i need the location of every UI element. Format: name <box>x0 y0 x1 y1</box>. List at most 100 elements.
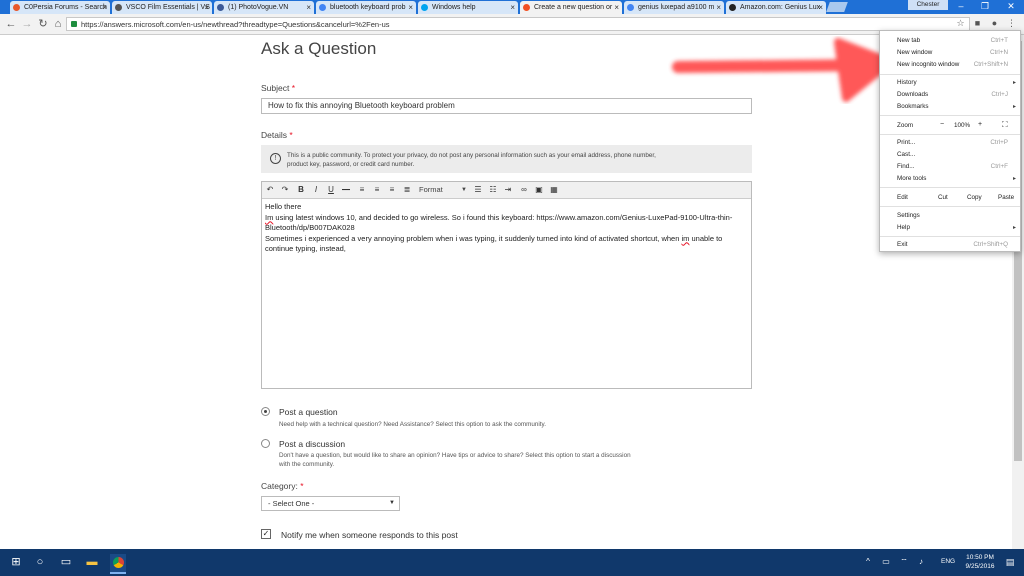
chrome-menu-icon[interactable]: ⋮ <box>1006 18 1017 29</box>
close-tab-icon[interactable]: × <box>408 1 413 14</box>
editor-body[interactable]: Hello there Im using latest windows 10, … <box>265 202 745 255</box>
bullet-list-icon[interactable]: ☰ <box>472 184 484 196</box>
close-window-icon[interactable]: ✕ <box>998 0 1024 14</box>
close-tab-icon[interactable]: × <box>306 1 311 14</box>
back-icon[interactable]: ← <box>4 17 18 31</box>
bookmark-star-icon[interactable]: ☆ <box>955 18 966 29</box>
close-tab-icon[interactable]: × <box>818 1 823 14</box>
language-indicator[interactable]: ENG <box>941 558 955 565</box>
close-tab-icon[interactable]: × <box>204 1 209 14</box>
windows-taskbar: ⊞ ○ ▭ ▬ ^ ▭ ⌔ ♪ ENG 10:50 PM 9/25/2016 ▤ <box>0 549 1024 576</box>
close-tab-icon[interactable]: × <box>510 1 515 14</box>
lock-icon <box>71 21 77 27</box>
menu-cast[interactable]: Cast... <box>897 151 915 158</box>
submenu-arrow-icon: ▸ <box>1012 80 1016 86</box>
close-tab-icon[interactable]: × <box>102 1 107 14</box>
menu-more-tools[interactable]: More tools <box>897 175 926 182</box>
favicon-icon <box>421 4 428 11</box>
menu-zoom: Zoom <box>897 122 914 129</box>
menu-help[interactable]: Help <box>897 224 910 231</box>
tab-genius-luxepad[interactable]: genius luxepad a9100 m × <box>624 1 724 14</box>
menu-new-window[interactable]: New window <box>897 49 932 56</box>
table-icon[interactable]: ▦ <box>548 184 560 196</box>
shortcut-label: Ctrl+F <box>990 163 1008 170</box>
tab-amazon[interactable]: Amazon.com: Genius Lux × <box>726 1 826 14</box>
menu-new-incognito[interactable]: New incognito window <box>897 61 959 68</box>
caret-down-icon: ▼ <box>461 187 467 193</box>
menu-new-tab[interactable]: New tab <box>897 37 920 44</box>
chrome-taskbar-icon[interactable] <box>110 554 126 574</box>
menu-downloads[interactable]: Downloads <box>897 91 928 98</box>
menu-divider <box>880 134 1020 135</box>
zoom-in-button[interactable]: + <box>978 121 982 128</box>
tab-windows-help[interactable]: Windows help × <box>418 1 518 14</box>
notify-checkbox[interactable]: ✓ <box>261 529 271 539</box>
shortcut-label: Ctrl+J <box>991 91 1008 98</box>
fullscreen-icon[interactable]: ⛶ <box>1002 120 1008 130</box>
close-tab-icon[interactable]: × <box>614 1 619 14</box>
favicon-icon <box>627 4 634 11</box>
windows-start-icon[interactable]: ⊞ <box>8 554 24 570</box>
menu-bookmarks[interactable]: Bookmarks <box>897 103 929 110</box>
tab-bluetooth[interactable]: bluetooth keyboard prob × <box>316 1 416 14</box>
menu-exit[interactable]: Exit <box>897 241 908 248</box>
underline-icon[interactable]: U <box>325 184 337 196</box>
numbered-list-icon[interactable]: ☷ <box>487 184 499 196</box>
restore-icon[interactable]: ❐ <box>972 0 998 14</box>
extension-icon[interactable]: ■ <box>972 18 983 29</box>
task-view-icon[interactable]: ▭ <box>58 554 74 570</box>
align-left-icon[interactable]: ≡ <box>356 184 368 196</box>
zoom-out-button[interactable]: − <box>940 121 944 128</box>
favicon-icon <box>319 4 326 11</box>
new-tab-button[interactable] <box>826 2 848 12</box>
menu-paste[interactable]: Paste <box>998 194 1014 201</box>
tab-photovogue[interactable]: (1) PhotoVogue.VN × <box>214 1 314 14</box>
minimize-icon[interactable]: – <box>948 0 974 14</box>
tab-c0persia[interactable]: C0Persia Forums - Search × <box>10 1 110 14</box>
tab-vsco[interactable]: VSCO Film Essentials | VS × <box>112 1 212 14</box>
home-icon[interactable]: ⌂ <box>51 17 65 31</box>
menu-divider <box>880 187 1020 188</box>
menu-cut[interactable]: Cut <box>938 194 948 201</box>
category-select[interactable]: - Select One - ▼ <box>261 496 400 511</box>
post-discussion-radio[interactable] <box>261 439 270 448</box>
menu-copy[interactable]: Copy <box>967 194 982 201</box>
image-icon[interactable]: ▣ <box>533 184 545 196</box>
close-tab-icon[interactable]: × <box>716 1 721 14</box>
profile-button[interactable]: Chester <box>908 0 948 10</box>
reload-icon[interactable]: ↻ <box>36 17 50 31</box>
strikethrough-icon[interactable]: — <box>340 184 352 196</box>
notifications-icon[interactable]: ▤ <box>1002 554 1018 570</box>
undo-icon[interactable]: ↶ <box>264 184 276 196</box>
menu-print[interactable]: Print... <box>897 139 915 146</box>
browser-tab-strip: C0Persia Forums - Search × VSCO Film Esse… <box>0 0 1024 14</box>
format-select[interactable]: Format ▼ <box>415 184 469 196</box>
indent-icon[interactable]: ⇥ <box>502 184 514 196</box>
tab-create-question[interactable]: Create a new question or × <box>520 1 622 14</box>
notify-label: Notify me when someone responds to this … <box>281 530 458 540</box>
file-explorer-icon[interactable]: ▬ <box>84 554 100 570</box>
link-icon[interactable]: ∞ <box>518 184 530 196</box>
post-question-radio[interactable] <box>261 407 270 416</box>
redo-icon[interactable]: ↷ <box>279 184 291 196</box>
taskbar-clock[interactable]: 10:50 PM 9/25/2016 <box>960 553 1000 571</box>
align-center-icon[interactable]: ≡ <box>371 184 383 196</box>
search-icon[interactable]: ○ <box>32 554 48 570</box>
menu-settings[interactable]: Settings <box>897 212 920 219</box>
menu-find[interactable]: Find... <box>897 163 915 170</box>
forward-icon[interactable]: → <box>20 17 34 31</box>
details-editor[interactable]: ↶ ↷ B I U — ≡ ≡ ≡ ≣ Format ▼ ☰ ☷ ⇥ ∞ ▣ ▦ … <box>261 181 752 389</box>
address-bar[interactable]: https://answers.microsoft.com/en-us/newt… <box>66 17 970 31</box>
menu-history[interactable]: History <box>897 79 917 86</box>
volume-icon[interactable]: ♪ <box>913 554 929 570</box>
align-justify-icon[interactable]: ≣ <box>401 184 413 196</box>
editor-toolbar: ↶ ↷ B I U — ≡ ≡ ≡ ≣ Format ▼ ☰ ☷ ⇥ ∞ ▣ ▦ <box>262 182 751 199</box>
extension-icon[interactable]: ● <box>989 18 1000 29</box>
align-right-icon[interactable]: ≡ <box>386 184 398 196</box>
tray-chevron-icon[interactable]: ^ <box>860 554 876 570</box>
italic-icon[interactable]: I <box>310 184 322 196</box>
bold-icon[interactable]: B <box>295 184 307 196</box>
network-icon[interactable]: ⌔ <box>896 554 912 570</box>
post-discussion-desc: Don't have a question, but would like to… <box>279 452 631 468</box>
battery-icon[interactable]: ▭ <box>878 554 894 570</box>
